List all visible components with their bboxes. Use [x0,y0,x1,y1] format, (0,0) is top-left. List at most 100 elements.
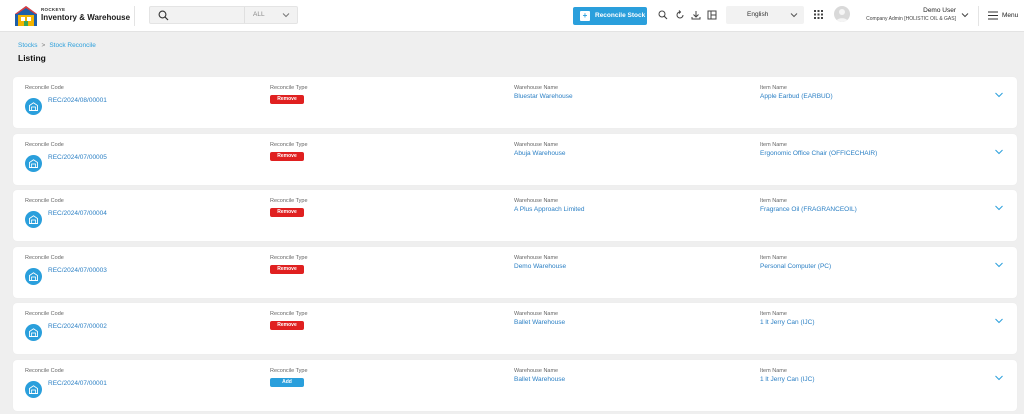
reconcile-code[interactable]: REC/2024/07/00003 [48,267,107,274]
user-icon [836,9,848,22]
search-icon[interactable] [158,10,169,21]
chevron-down-icon[interactable] [994,91,1004,99]
warehouse-name[interactable]: A Plus Approach Limited [514,206,584,213]
item-name[interactable]: 1 lt Jerry Can (IJC) [760,376,815,383]
reconcile-stock-label: Reconcile Stock [595,12,646,19]
reconcile-icon [25,380,42,398]
search-icon[interactable] [658,10,668,20]
user-name[interactable]: Demo User [923,7,956,14]
chevron-down-icon[interactable] [281,10,291,20]
warehouse-logo-icon[interactable] [14,5,38,27]
brand: ROCKEYE Inventory & Warehouse [41,7,130,23]
brand-title: Inventory & Warehouse [41,13,131,22]
breadcrumb-stock-reconcile[interactable]: Stock Reconcile [49,42,96,49]
hamburger-menu-icon[interactable] [988,11,998,20]
language-value: English [747,11,769,18]
warehouse-name-label: Warehouse Name [514,198,559,204]
top-bar: ROCKEYE Inventory & Warehouse ALL + Reco… [0,0,1024,32]
item-name-label: Item Name [760,367,787,374]
item-name-label: Item Name [760,311,787,317]
reconcile-code-label: Reconcile Code [25,198,64,204]
chevron-down-icon[interactable] [994,374,1004,382]
menu-label[interactable]: Menu [1002,12,1018,19]
reconcile-code-label: Reconcile Code [25,85,64,91]
reconcile-type-label: Reconcile Type [270,311,308,317]
breadcrumb-separator: > [41,42,46,49]
chevron-down-icon[interactable] [994,261,1004,269]
layout-icon[interactable] [707,10,717,20]
breadcrumb-stocks[interactable]: Stocks [18,42,38,49]
item-name-label: Item Name [760,254,787,261]
item-name-label: Item Name [760,141,787,148]
warehouse-icon [29,271,38,281]
reconcile-type-badge: Remove [270,264,304,274]
chevron-down-icon[interactable] [960,10,970,20]
item-name[interactable]: Apple Earbud (EARBUD) [760,93,833,100]
reconcile-code[interactable]: REC/2024/08/00001 [48,97,107,104]
warehouse-icon [29,328,38,337]
warehouse-name[interactable]: Ballet Warehouse [514,319,565,326]
reconcile-code-label: Reconcile Code [25,311,64,317]
reconcile-icon [25,211,42,228]
chevron-down-icon[interactable] [994,317,1004,325]
list-item[interactable]: Reconcile Code REC/2024/07/00005 Reconci… [13,133,1017,185]
item-name[interactable]: Fragrance Oil (FRAGRANCEOIL) [760,206,857,213]
search-filter-value[interactable]: ALL [253,11,265,18]
chevron-down-icon[interactable] [994,148,1004,156]
item-name[interactable]: Personal Computer (PC) [760,263,831,270]
list-item[interactable]: Reconcile Code REC/2024/07/00002 Reconci… [13,303,1017,354]
language-select[interactable]: English [726,6,804,24]
reconcile-code[interactable]: REC/2024/07/00004 [48,210,107,217]
list-item[interactable]: Reconcile Code REC/2024/08/00001 Reconci… [13,77,1017,128]
warehouse-name-label: Warehouse Name [514,311,559,317]
download-icon[interactable] [691,10,701,20]
chevron-down-icon[interactable] [994,204,1004,212]
page-title: Listing [18,53,46,63]
reconcile-type-label: Reconcile Type [270,198,308,204]
reconcile-type-label: Reconcile Type [270,85,308,91]
list-item[interactable]: Reconcile Code REC/2024/07/00001 Reconci… [13,359,1017,411]
reconcile-code[interactable]: REC/2024/07/00005 [48,154,107,161]
warehouse-name[interactable]: Demo Warehouse [514,263,566,270]
item-name-label: Item Name [760,198,787,204]
user-role: Company Admin [HOLISTIC OIL & GAS] [866,16,956,22]
refresh-icon[interactable] [675,10,685,20]
item-name[interactable]: 1 lt Jerry Can (IJC) [760,319,815,326]
reconcile-code[interactable]: REC/2024/07/00001 [48,380,107,387]
global-search[interactable]: ALL [149,6,298,24]
apps-grid-icon[interactable] [814,10,823,19]
list-item[interactable]: Reconcile Code REC/2024/07/00004 Reconci… [13,190,1017,241]
reconcile-code-label: Reconcile Code [25,367,64,374]
warehouse-name[interactable]: Abuja Warehouse [514,150,565,157]
reconcile-icon [25,324,42,341]
warehouse-name-label: Warehouse Name [514,141,559,148]
warehouse-icon [29,215,38,224]
reconcile-list: Reconcile Code REC/2024/08/00001 Reconci… [13,77,1017,414]
reconcile-type-badge: Remove [270,208,304,217]
reconcile-code-label: Reconcile Code [25,254,64,261]
avatar[interactable] [834,6,850,22]
warehouse-name[interactable]: Ballet Warehouse [514,376,565,383]
warehouse-name-label: Warehouse Name [514,367,559,374]
chevron-down-icon [790,13,798,18]
reconcile-code-label: Reconcile Code [25,141,64,148]
search-divider [244,7,245,23]
search-input[interactable] [174,8,244,22]
divider [134,6,135,26]
list-item[interactable]: Reconcile Code REC/2024/07/00003 Reconci… [13,246,1017,298]
warehouse-icon [29,158,38,168]
item-name-label: Item Name [760,85,787,91]
reconcile-stock-button[interactable]: + Reconcile Stock [573,7,647,25]
reconcile-icon [25,154,42,172]
warehouse-name-label: Warehouse Name [514,85,559,91]
divider [978,6,979,26]
reconcile-type-label: Reconcile Type [270,367,308,374]
plus-icon: + [580,11,590,21]
reconcile-code[interactable]: REC/2024/07/00002 [48,323,107,330]
item-name[interactable]: Ergonomic Office Chair (OFFICECHAIR) [760,150,877,157]
warehouse-name-label: Warehouse Name [514,254,559,261]
reconcile-type-badge: Add [270,377,304,387]
warehouse-name[interactable]: Bluestar Warehouse [514,93,573,100]
breadcrumb: Stocks > Stock Reconcile [18,42,96,49]
reconcile-icon [25,98,42,115]
